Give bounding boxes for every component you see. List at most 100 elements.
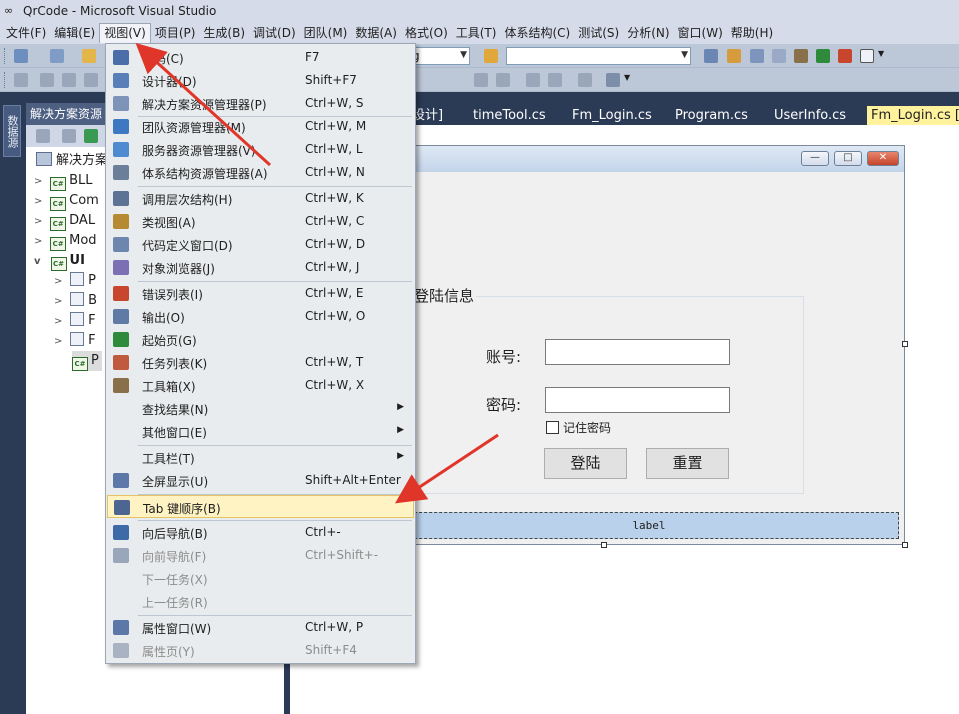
- account-input[interactable]: [545, 339, 730, 365]
- tab-fm-login-cs[interactable]: Fm_Login.cs: [572, 106, 652, 125]
- menu-format[interactable]: 格式(O): [401, 23, 452, 43]
- add-item-icon[interactable]: [50, 49, 64, 63]
- tree-item-references[interactable]: > B: [54, 291, 97, 311]
- tab-designer[interactable]: 设计]: [412, 106, 443, 125]
- properties-icon[interactable]: [36, 129, 50, 143]
- refresh-icon[interactable]: [84, 129, 98, 143]
- resize-handle[interactable]: [902, 341, 908, 347]
- open-file-icon[interactable]: [82, 49, 96, 63]
- chevron-right-icon[interactable]: >: [34, 172, 46, 192]
- solution-explorer-icon[interactable]: [727, 49, 741, 63]
- view-menu-item[interactable]: 起始页(G): [107, 328, 414, 351]
- view-menu-item[interactable]: 查找结果(N) ▶: [107, 397, 414, 420]
- view-menu-item[interactable]: 其他窗口(E) ▶: [107, 420, 414, 443]
- tree-item-properties[interactable]: > P: [54, 271, 96, 291]
- chevron-right-icon[interactable]: >: [34, 192, 46, 212]
- tree-project-dal[interactable]: > C# DAL: [34, 211, 95, 231]
- tab-timetool[interactable]: timeTool.cs: [473, 106, 546, 125]
- view-menu-item[interactable]: 下一任务(X): [107, 567, 414, 590]
- toolbox-icon[interactable]: [794, 49, 808, 63]
- view-menu-item[interactable]: 属性窗口(W) Ctrl+W, P: [107, 616, 414, 639]
- menu-view[interactable]: 视图(V): [99, 23, 151, 43]
- extension-manager-icon[interactable]: [838, 49, 852, 63]
- tree-project-model[interactable]: > C# Mod: [34, 231, 97, 251]
- view-menu-item[interactable]: 属性页(Y) Shift+F4: [107, 639, 414, 662]
- chevron-down-icon[interactable]: ▼: [624, 73, 632, 87]
- view-menu-item[interactable]: 体系结构资源管理器(A) Ctrl+W, N: [107, 161, 414, 184]
- tree-solution-node[interactable]: 解决方案: [36, 151, 108, 171]
- tab-order-icon[interactable]: [606, 73, 620, 87]
- menu-analyze[interactable]: 分析(N): [623, 23, 673, 43]
- close-icon[interactable]: ✕: [867, 151, 899, 166]
- view-menu-item[interactable]: Tab 键顺序(B): [107, 495, 414, 518]
- menu-help[interactable]: 帮助(H): [727, 23, 777, 43]
- toolbar-grip[interactable]: [4, 48, 7, 64]
- chevron-right-icon[interactable]: >: [34, 232, 46, 252]
- view-menu-item[interactable]: 调用层次结构(H) Ctrl+W, K: [107, 187, 414, 210]
- password-input[interactable]: [545, 387, 730, 413]
- login-button[interactable]: 登陆: [544, 448, 627, 479]
- view-menu-item[interactable]: 对象浏览器(J) Ctrl+W, J: [107, 256, 414, 279]
- view-menu-item[interactable]: 工具箱(X) Ctrl+W, X: [107, 374, 414, 397]
- object-browser-icon[interactable]: [772, 49, 786, 63]
- status-label[interactable]: label: [399, 512, 899, 539]
- view-menu-item[interactable]: 团队资源管理器(M) Ctrl+W, M: [107, 115, 414, 138]
- align-right-icon[interactable]: [84, 73, 98, 87]
- find-in-files-icon[interactable]: [484, 49, 498, 63]
- view-menu-item[interactable]: 错误列表(I) Ctrl+W, E: [107, 282, 414, 305]
- view-menu-item[interactable]: 全屏显示(U) Shift+Alt+Enter: [107, 469, 414, 492]
- tree-item-program[interactable]: C# P: [72, 351, 102, 371]
- menu-data[interactable]: 数据(A): [351, 23, 401, 43]
- command-window-icon[interactable]: [860, 49, 874, 63]
- chevron-right-icon[interactable]: >: [54, 272, 66, 292]
- view-menu-item[interactable]: 设计器(D) Shift+F7: [107, 69, 414, 92]
- view-menu-item[interactable]: 上一任务(R): [107, 590, 414, 613]
- tab-fm-login-designer[interactable]: Fm_Login.cs [设: [867, 106, 959, 125]
- menu-edit[interactable]: 编辑(E): [50, 23, 99, 43]
- find-icon[interactable]: [704, 49, 718, 63]
- bring-to-front-icon[interactable]: [526, 73, 540, 87]
- tree-project-common[interactable]: > C# Com: [34, 191, 99, 211]
- reset-button[interactable]: 重置: [646, 448, 729, 479]
- view-menu-item[interactable]: 任务列表(K) Ctrl+W, T: [107, 351, 414, 374]
- menu-architecture[interactable]: 体系结构(C): [500, 23, 574, 43]
- center-horizontal-icon[interactable]: [474, 73, 488, 87]
- tree-item-form[interactable]: > F: [54, 311, 96, 331]
- tab-program[interactable]: Program.cs: [675, 106, 748, 125]
- chevron-down-icon[interactable]: ▼: [878, 49, 886, 63]
- menu-file[interactable]: 文件(F): [2, 23, 50, 43]
- view-menu-item[interactable]: 输出(O) Ctrl+W, O: [107, 305, 414, 328]
- tab-userinfo[interactable]: UserInfo.cs: [774, 106, 846, 125]
- tree-item-form[interactable]: > F: [54, 331, 96, 351]
- lock-controls-icon[interactable]: [578, 73, 592, 87]
- resize-handle[interactable]: [601, 542, 607, 548]
- menu-window[interactable]: 窗口(W): [674, 23, 727, 43]
- menu-debug[interactable]: 调试(D): [249, 23, 300, 43]
- data-sources-tab[interactable]: 数据源: [3, 105, 21, 157]
- chevron-right-icon[interactable]: >: [34, 212, 46, 232]
- chevron-right-icon[interactable]: >: [54, 332, 66, 352]
- solution-config-combo[interactable]: g ▼: [408, 47, 470, 65]
- toolbar-grip[interactable]: [4, 72, 7, 88]
- view-menu-item[interactable]: 代码(C) F7: [107, 46, 414, 69]
- send-to-back-icon[interactable]: [548, 73, 562, 87]
- chevron-down-icon[interactable]: v: [34, 252, 46, 272]
- tree-project-bll[interactable]: > C# BLL: [34, 171, 93, 191]
- view-menu-item[interactable]: 工具栏(T) ▶: [107, 446, 414, 469]
- find-combo[interactable]: ▼: [506, 47, 691, 65]
- new-project-icon[interactable]: [14, 49, 28, 63]
- view-menu-item[interactable]: 代码定义窗口(D) Ctrl+W, D: [107, 233, 414, 256]
- properties-icon[interactable]: [750, 49, 764, 63]
- align-to-grid-icon[interactable]: [14, 73, 28, 87]
- menu-build[interactable]: 生成(B): [199, 23, 249, 43]
- menu-team[interactable]: 团队(M): [300, 23, 352, 43]
- center-vertical-icon[interactable]: [496, 73, 510, 87]
- menu-tools[interactable]: 工具(T): [452, 23, 501, 43]
- chevron-right-icon[interactable]: >: [54, 292, 66, 312]
- view-menu-item[interactable]: 解决方案资源管理器(P) Ctrl+W, S: [107, 92, 414, 115]
- start-page-icon[interactable]: [816, 49, 830, 63]
- chevron-right-icon[interactable]: >: [54, 312, 66, 332]
- align-left-icon[interactable]: [40, 73, 54, 87]
- menu-test[interactable]: 测试(S): [574, 23, 623, 43]
- view-menu-item[interactable]: 向前导航(F) Ctrl+Shift+-: [107, 544, 414, 567]
